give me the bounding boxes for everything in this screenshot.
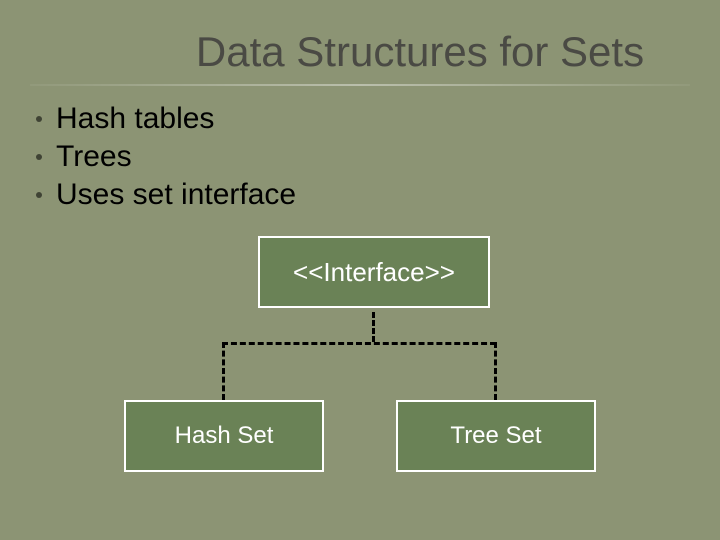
connector-line [372,312,375,342]
bullet-text: Uses set interface [56,178,296,212]
bullet-icon [36,116,42,122]
slide-title: Data Structures for Sets [0,28,720,76]
connector-line [494,342,497,400]
class-diagram: <<Interface>> Hash Set Tree Set [0,230,720,510]
bullet-icon [36,154,42,160]
bullet-list: Hash tables Trees Uses set interface [36,102,296,216]
hash-set-node: Hash Set [124,400,324,472]
list-item: Hash tables [36,102,296,136]
tree-set-node: Tree Set [396,400,596,472]
interface-node: <<Interface>> [258,236,490,308]
bullet-icon [36,192,42,198]
bullet-text: Hash tables [56,102,214,136]
list-item: Uses set interface [36,178,296,212]
bullet-text: Trees [56,140,132,174]
connector-line [222,342,496,345]
list-item: Trees [36,140,296,174]
connector-line [222,342,225,400]
title-underline [30,84,690,86]
